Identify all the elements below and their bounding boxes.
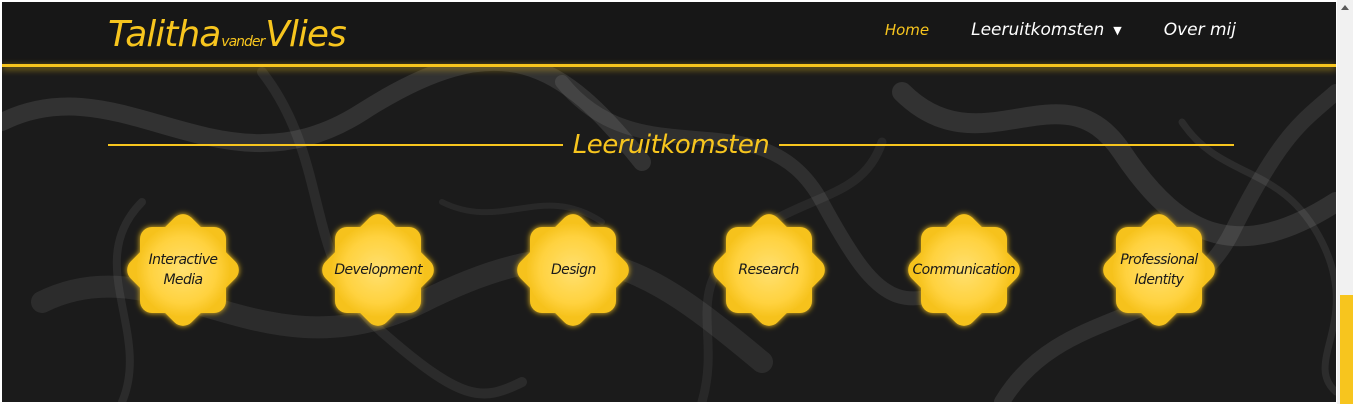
nav-link-home[interactable]: Home <box>885 21 929 39</box>
badge-label: Design <box>551 262 596 278</box>
section-heading: Leeruitkomsten <box>108 127 1235 163</box>
nav-link-leeruitkomsten[interactable]: Leeruitkomsten ▼ <box>971 20 1122 40</box>
caret-down-icon: ▼ <box>1113 23 1122 37</box>
badge-label: Professional Identity <box>1120 252 1198 288</box>
site-logo[interactable]: Talitha vander Vlies <box>108 10 347 60</box>
page-frame: Talitha vander Vlies Home Leeruitkomsten… <box>2 2 1336 402</box>
heading-line-left <box>108 144 563 146</box>
nav-link-over-mij-label: Over mij <box>1163 20 1236 40</box>
badge-professional-identity[interactable]: Professional Identity <box>1084 195 1234 345</box>
nav-link-leeruitkomsten-label: Leeruitkomsten <box>971 20 1105 40</box>
scrollbar-thumb[interactable] <box>1340 295 1353 404</box>
badge-label: Communication <box>912 262 1016 278</box>
badge-development[interactable]: Development <box>303 195 453 345</box>
navbar-glow-border <box>2 64 1336 67</box>
logo-middle-name: vander <box>221 34 265 50</box>
section-title: Leeruitkomsten <box>572 130 770 160</box>
nav-link-over-mij[interactable]: Over mij <box>1164 20 1236 40</box>
logo-first-name: Talitha <box>108 14 221 55</box>
nav-link-home-label: Home <box>884 21 930 39</box>
scroll-up-arrow-icon[interactable] <box>1341 5 1349 10</box>
badge-interactive-media[interactable]: Interactive Media <box>108 195 258 345</box>
badge-design[interactable]: Design <box>498 195 648 345</box>
badge-label: Research <box>738 262 799 278</box>
vertical-scrollbar[interactable] <box>1337 0 1353 404</box>
heading-line-right <box>779 144 1235 146</box>
outcome-badges: Interactive Media Development Design Rese… <box>108 195 1234 345</box>
badge-label: Development <box>334 262 423 278</box>
badge-research[interactable]: Research <box>694 195 844 345</box>
badge-label: Interactive Media <box>148 252 218 288</box>
logo-last-name: Vlies <box>265 14 347 55</box>
top-navbar: Talitha vander Vlies Home Leeruitkomsten… <box>2 2 1336 64</box>
main-nav: Home Leeruitkomsten ▼ Over mij <box>843 20 1236 40</box>
badge-communication[interactable]: Communication <box>889 195 1039 345</box>
